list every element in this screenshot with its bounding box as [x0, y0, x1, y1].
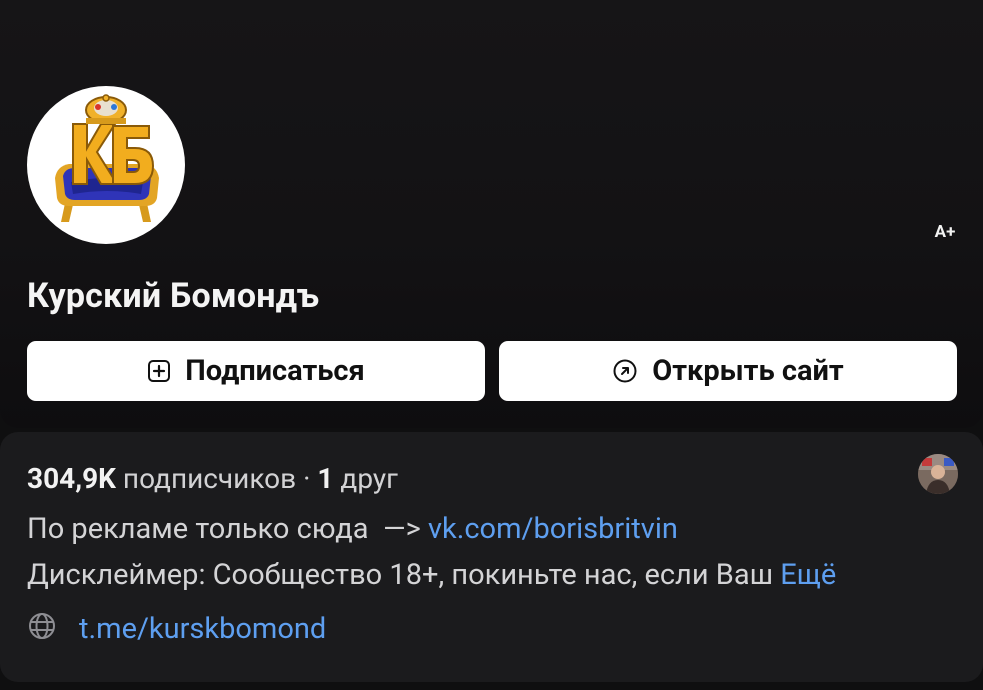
- subscribe-button[interactable]: Подписаться: [27, 341, 485, 401]
- description-line-1: По рекламе только сюда —> vk.com/borisbr…: [27, 512, 678, 546]
- subscribe-button-label: Подписаться: [185, 354, 365, 388]
- subscribers-word: подписчиков: [122, 462, 297, 495]
- description-line-2-text: Дисклеймер: Сообщество 18+, покиньте нас…: [27, 558, 781, 592]
- friend-photo-icon: [918, 454, 958, 494]
- friends-count: 1: [317, 462, 334, 495]
- description-line-2: Дисклеймер: Сообщество 18+, покиньте нас…: [27, 558, 836, 592]
- friends-word: друг: [340, 462, 398, 495]
- kb-logo-icon: [55, 94, 159, 222]
- community-header: A+ Курский Бомондъ Подписаться Открыть с…: [0, 0, 983, 428]
- description-line-1-text: По рекламе только сюда —>: [27, 512, 428, 546]
- community-page: A+ Курский Бомондъ Подписаться Открыть с…: [0, 0, 983, 690]
- friend-avatar[interactable]: [918, 454, 958, 494]
- open-site-button[interactable]: Открыть сайт: [499, 341, 957, 401]
- stats-separator: ·: [303, 462, 311, 495]
- website-link[interactable]: t.me/kurskbomond: [79, 612, 326, 646]
- subscribers-stats[interactable]: 304,9K подписчиков · 1 друг: [27, 462, 398, 495]
- globe-icon: [29, 613, 55, 639]
- community-avatar[interactable]: [27, 86, 185, 244]
- age-rating-badge: A+: [934, 222, 956, 242]
- show-more-link[interactable]: Ещё: [780, 558, 836, 592]
- ad-contact-link[interactable]: vk.com/borisbritvin: [428, 512, 678, 546]
- community-title: Курский Бомондъ: [27, 276, 320, 316]
- arrow-up-right-circle-icon: [613, 359, 637, 383]
- open-site-button-label: Открыть сайт: [652, 354, 844, 388]
- plus-square-icon: [148, 360, 171, 382]
- subscribers-count: 304,9K: [27, 462, 116, 495]
